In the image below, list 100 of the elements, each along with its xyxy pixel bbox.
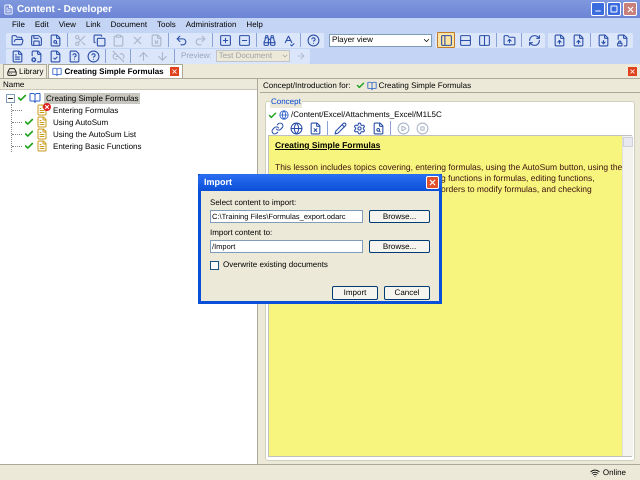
app-icon <box>3 4 14 14</box>
file-up-icon <box>572 34 584 46</box>
pencil-icon <box>334 122 346 134</box>
file-path: /Content/Excel/Attachments_Excel/M1L5C <box>291 109 442 121</box>
menu-item[interactable]: Link <box>86 19 101 31</box>
field-label: Import content to: <box>210 228 272 238</box>
document-icon <box>36 116 48 128</box>
dropdown-icon <box>280 52 289 60</box>
dialog-title: Import <box>204 176 232 189</box>
document-icon <box>10 50 24 62</box>
status-text: Online <box>602 466 626 478</box>
field-label: Select content to import: <box>210 198 296 208</box>
spellcheck-icon <box>282 34 294 46</box>
file-down-icon <box>596 34 610 46</box>
header-label: Concept/Introduction for: <box>263 80 351 92</box>
folder-up-icon <box>502 34 516 46</box>
down-arrow-icon <box>156 50 168 62</box>
window-title: Content - Developer <box>17 2 112 16</box>
clipboard-icon <box>112 34 124 46</box>
body-text: This lesson includes topics covering, entering formulas, using the AutoSum button, using the <box>275 162 622 173</box>
file-check-icon <box>48 50 62 62</box>
refresh-icon <box>528 34 540 46</box>
binoculars-icon <box>262 34 276 46</box>
drive-icon <box>7 66 17 76</box>
tab[interactable]: Library <box>3 64 48 78</box>
file-question-icon <box>68 50 80 62</box>
dialog-button[interactable]: Cancel <box>384 286 430 300</box>
book-icon <box>52 66 62 76</box>
preview-icon <box>48 34 62 46</box>
stop-icon <box>416 122 428 134</box>
checkbox[interactable] <box>210 260 219 270</box>
content-title: Creating Simple Formulas <box>275 140 380 151</box>
layout-icon <box>440 34 452 46</box>
globe-icon <box>279 110 289 120</box>
menu-item[interactable]: Help <box>246 19 263 31</box>
maximize-button[interactable] <box>607 2 621 16</box>
checkmark-icon <box>356 81 365 90</box>
file-x-icon <box>308 122 322 134</box>
close-button[interactable] <box>426 176 439 189</box>
group-label: Concept <box>270 96 302 108</box>
tree-item[interactable]: Using AutoSum <box>51 116 110 128</box>
rows-icon <box>458 34 472 46</box>
menu-item[interactable]: File <box>12 19 25 31</box>
file-x-icon <box>150 34 162 46</box>
browse-button[interactable]: Browse... <box>369 240 430 253</box>
book-icon <box>29 92 41 104</box>
document-icon <box>36 128 48 140</box>
file-up-icon <box>552 34 566 46</box>
folder-icon <box>10 34 24 46</box>
column-header: Name <box>0 79 257 90</box>
view-select[interactable]: Player view <box>329 34 432 46</box>
scissors-icon <box>74 34 86 46</box>
menu-item[interactable]: Document <box>110 19 148 31</box>
expand-icon <box>218 34 232 46</box>
checkbox-label: Overwrite existing documents <box>223 259 328 271</box>
file-lock-icon <box>616 34 628 46</box>
document-icon <box>36 104 48 116</box>
close-tab-icon[interactable] <box>170 67 179 76</box>
columns-icon <box>478 34 490 46</box>
header-title: Creating Simple Formulas <box>378 80 472 92</box>
link-icon <box>270 122 284 134</box>
gear-icon <box>352 122 366 134</box>
tree-item[interactable]: Creating Simple Formulas <box>44 92 140 104</box>
play-icon <box>396 122 410 134</box>
up-arrow-icon <box>136 50 150 62</box>
tree-item[interactable]: Entering Basic Functions <box>51 140 144 152</box>
file-gear-icon <box>30 50 42 62</box>
menu-item[interactable]: Tools <box>157 19 176 31</box>
minimize-button[interactable] <box>591 2 605 16</box>
help-icon <box>306 34 320 46</box>
menu-item[interactable]: View <box>58 19 76 31</box>
tab[interactable]: Creating Simple Formulas <box>48 64 183 78</box>
copy-icon <box>92 34 106 46</box>
delete-icon <box>130 34 144 46</box>
tree-item[interactable]: Entering Formulas <box>51 104 120 116</box>
tree-item[interactable]: Using the AutoSum List <box>51 128 138 140</box>
menu-item[interactable]: Administration <box>186 19 236 31</box>
close-button[interactable] <box>623 2 637 16</box>
toolbar-button[interactable] <box>437 32 455 48</box>
network-icon <box>590 468 600 478</box>
browse-button[interactable]: Browse... <box>369 210 430 223</box>
menu-item[interactable]: Edit <box>34 19 49 31</box>
redo-icon <box>194 34 206 46</box>
scrollbar[interactable] <box>622 136 634 456</box>
close-icon <box>428 178 437 187</box>
collapse-icon <box>238 34 250 46</box>
close-panel-icon[interactable] <box>628 67 637 76</box>
body-text: orders to modify formulas, and checking <box>441 184 592 195</box>
save-icon <box>30 34 42 46</box>
document-icon <box>36 140 48 152</box>
book-icon <box>366 80 377 90</box>
close-icon <box>626 4 634 14</box>
unlink-icon <box>112 50 124 62</box>
dialog-button[interactable]: Import <box>332 286 378 300</box>
preview-icon <box>372 122 384 134</box>
arrow-icon <box>296 51 306 61</box>
collapse-toggle[interactable] <box>6 94 15 102</box>
preview-label: Preview: <box>181 50 212 62</box>
maximize-icon <box>610 5 618 13</box>
undo-icon <box>174 34 188 46</box>
